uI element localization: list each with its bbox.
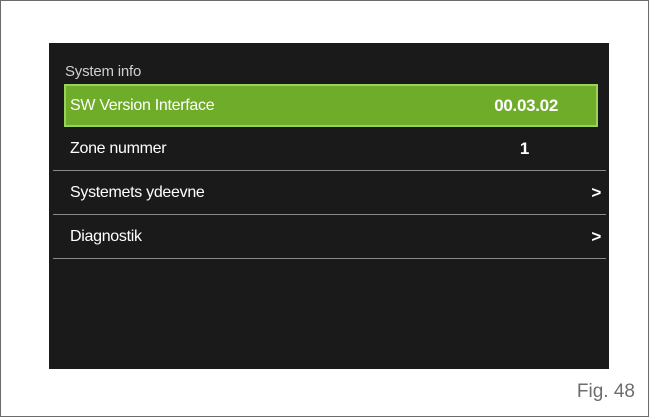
figure-frame: System info SW Version Interface 00.03.0… xyxy=(0,0,649,417)
menu-item-label: Zone nummer xyxy=(70,140,167,157)
menu-item-value: 00.03.02 xyxy=(494,95,558,115)
menu-item-sw-version-interface[interactable]: SW Version Interface 00.03.02 xyxy=(64,84,598,127)
figure-caption: Fig. 48 xyxy=(576,381,635,402)
menu-item-label: SW Version Interface xyxy=(70,96,215,114)
menu-item-label: Systemets ydeevne xyxy=(70,184,205,201)
chevron-right-icon: > xyxy=(591,227,601,246)
menu-item-diagnostik[interactable]: Diagnostik > xyxy=(53,215,606,259)
menu-item-zone-nummer[interactable]: Zone nummer 1 xyxy=(53,127,606,171)
chevron-right-icon: > xyxy=(591,183,601,202)
menu-item-label: Diagnostik xyxy=(70,228,142,245)
device-screen: System info SW Version Interface 00.03.0… xyxy=(49,43,609,369)
menu-item-systemets-ydeevne[interactable]: Systemets ydeevne > xyxy=(53,171,606,215)
menu-item-value: 1 xyxy=(519,139,529,158)
menu-list: SW Version Interface 00.03.02 Zone numme… xyxy=(49,84,609,259)
screen-title: System info xyxy=(65,63,142,80)
